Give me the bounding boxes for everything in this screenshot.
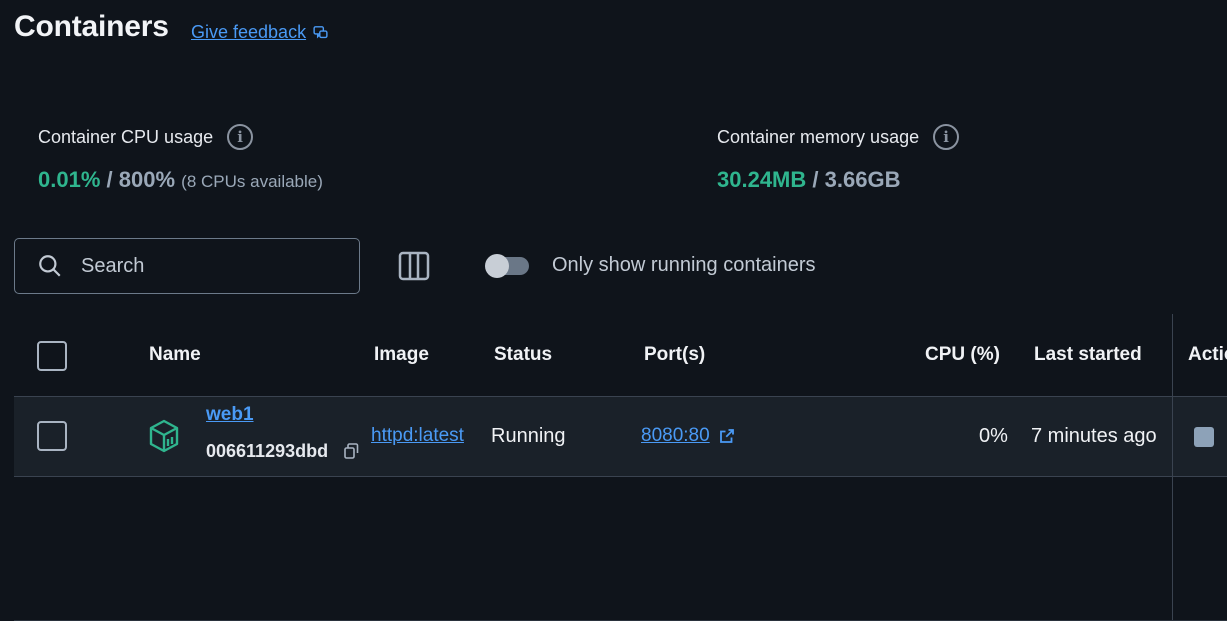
cpu-usage-label: Container CPU usage [38,126,214,147]
column-header-cpu[interactable]: CPU (%) [925,344,1000,366]
columns-icon[interactable] [398,251,430,281]
cpu-available-note: (8 CPUs available) [181,172,323,191]
cpu-separator: / [106,167,113,192]
column-header-ports[interactable]: Port(s) [644,344,705,366]
last-started: 7 minutes ago [1031,425,1157,447]
give-feedback-link[interactable]: Give feedback [191,22,329,43]
port-link[interactable]: 8080:80 [641,425,736,447]
cpu-usage-stat: Container CPU usage i 0.01% / 800% (8 CP… [38,124,323,193]
column-divider [1172,314,1173,621]
select-all-checkbox[interactable] [37,341,67,371]
column-header-status[interactable]: Status [494,344,552,366]
give-feedback-label: Give feedback [191,22,307,42]
memory-separator: / [812,167,819,192]
toggle-knob [485,254,509,278]
search-icon [39,255,61,277]
status-text: Running [491,425,566,447]
memory-used-value: 30.24MB [717,167,807,192]
chat-feedback-icon [313,26,328,39]
running-only-toggle[interactable] [485,254,529,278]
memory-total-value: 3.66GB [824,167,901,192]
column-header-last-started[interactable]: Last started [1034,344,1142,366]
search-box[interactable] [14,238,360,294]
container-name-link[interactable]: web1 [206,404,254,426]
containers-page: Containers Give feedback Container CPU u… [0,0,1227,621]
stop-button[interactable] [1194,427,1214,447]
info-icon[interactable]: i [933,124,960,150]
page-title: Containers [14,10,169,43]
container-cube-icon [149,419,179,453]
memory-usage-label: Container memory usage [717,126,920,147]
column-header-name[interactable]: Name [149,344,201,366]
cpu-used-value: 0.01% [38,167,101,192]
port-mapping: 8080:80 [641,425,710,446]
cpu-percent: 0% [979,425,1008,447]
container-id: 006611293dbd [206,441,329,461]
search-input[interactable] [81,254,321,278]
image-link[interactable]: httpd:latest [371,425,479,447]
memory-usage-stat: Container memory usage i 30.24MB / 3.66G… [717,124,960,193]
column-header-image[interactable]: Image [374,344,429,366]
copy-icon[interactable] [343,442,359,460]
external-link-icon [719,429,734,443]
row-checkbox[interactable] [37,421,67,451]
running-only-label: Only show running containers [552,254,816,276]
info-icon[interactable]: i [227,124,254,150]
column-header-actions: Actions [1188,344,1227,365]
cpu-total-value: 800% [118,167,176,192]
